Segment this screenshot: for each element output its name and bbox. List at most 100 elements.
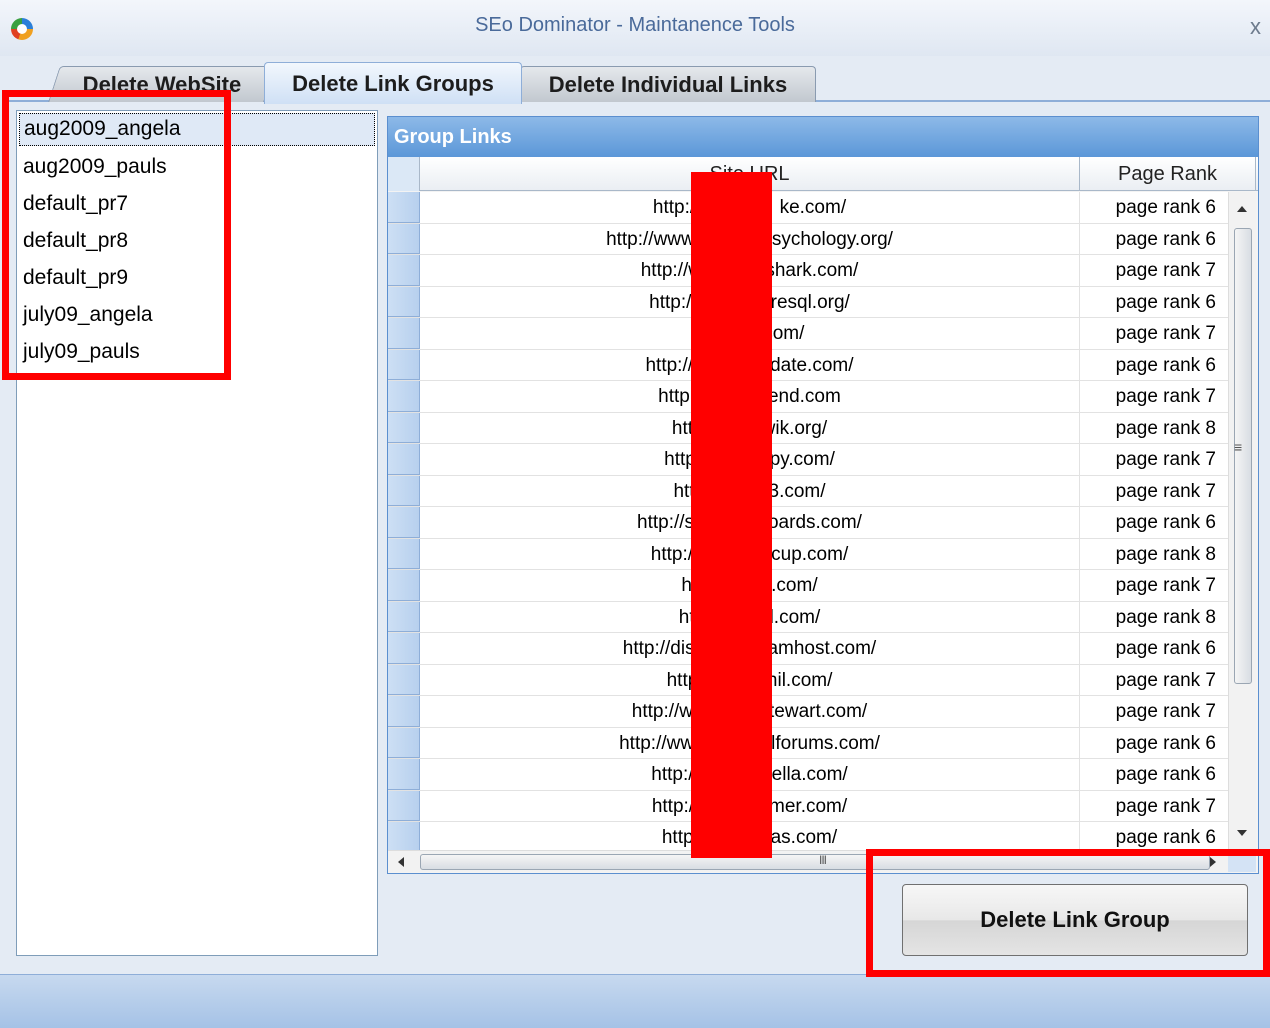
table-row[interactable]: http://v ecup.com/page rank 8 [388,538,1228,570]
cell-page-rank[interactable]: page rank 6 [1080,287,1228,318]
row-header[interactable] [388,255,420,286]
scroll-down-icon[interactable] [1237,830,1247,836]
table-row[interactable]: http://v hella.com/page rank 6 [388,759,1228,791]
scroll-left-icon[interactable] [398,857,404,867]
list-item[interactable]: july09_pauls [17,333,377,370]
row-header[interactable] [388,412,420,443]
header-corner[interactable] [388,157,420,191]
row-header[interactable] [388,727,420,758]
cell-page-rank[interactable]: page rank 6 [1080,507,1228,538]
row-header[interactable] [388,475,420,506]
row-header[interactable] [388,223,420,254]
row-header[interactable] [388,633,420,664]
maintenance-window: SEo Dominator - Maintanence Tools x Dele… [0,0,1270,1028]
table-row[interactable]: http://www alforums.com/page rank 6 [388,727,1228,759]
cell-page-rank[interactable]: page rank 6 [1080,224,1228,255]
delete-link-group-button[interactable]: Delete Link Group [902,884,1248,956]
vertical-scrollbar[interactable]: ≡ [1228,192,1256,850]
scroll-up-icon[interactable] [1237,206,1247,212]
tab-delete-website[interactable]: Delete WebSite [48,66,276,102]
list-item[interactable]: default_pr9 [17,259,377,296]
list-item[interactable]: default_pr7 [17,185,377,222]
table-row[interactable]: http n3.com/page rank 7 [388,475,1228,507]
list-item[interactable]: aug2009_angela [19,113,375,146]
close-icon[interactable]: x [1250,14,1270,40]
row-header[interactable] [388,507,420,538]
tab-label: Delete WebSite [82,71,242,97]
row-header[interactable] [388,759,420,790]
table-row[interactable]: http://p gresql.org/page rank 6 [388,286,1228,318]
table-row[interactable]: http:// zend.com page rank 7 [388,381,1228,413]
table-row[interactable]: http://p rmer.com/page rank 7 [388,790,1228,822]
tab-delete-individual-links[interactable]: Delete Individual Links [520,66,816,102]
group-links-grid: Group Links Site URL Page Rank http:// k… [387,116,1259,874]
row-header[interactable] [388,696,420,727]
tab-content: aug2009_angela aug2009_pauls default_pr7 de… [6,102,1270,974]
cell-page-rank[interactable]: page rank 6 [1080,728,1228,759]
cell-page-rank[interactable]: page rank 7 [1080,665,1228,696]
row-header[interactable] [388,822,420,850]
grid-header: Site URL Page Rank [388,157,1258,191]
row-header[interactable] [388,349,420,380]
redaction-bar [691,172,772,858]
row-header[interactable] [388,538,420,569]
table-row[interactable]: http://ww stewart.com/page rank 7 [388,696,1228,728]
cell-page-rank[interactable]: page rank 7 [1080,255,1228,286]
cell-page-rank[interactable]: page rank 7 [1080,696,1228,727]
window-title: SEo Dominator - Maintanence Tools [475,14,795,36]
link-group-list[interactable]: aug2009_angela aug2009_pauls default_pr7 de… [16,110,378,956]
scroll-corner [1228,850,1256,872]
horizontal-scroll-thumb[interactable]: III [420,853,1210,870]
scroll-grip-icon: ≡ [1234,439,1243,455]
list-item[interactable]: default_pr8 [17,222,377,259]
tab-label: Delete Link Groups [292,70,494,96]
table-row[interactable]: http: phil.com/page rank 7 [388,664,1228,696]
cell-page-rank[interactable]: page rank 7 [1080,791,1228,822]
row-header[interactable] [388,444,420,475]
table-row[interactable]: http://su boards.com/page rank 6 [388,507,1228,539]
vertical-scroll-thumb[interactable] [1234,228,1252,684]
tab-delete-link-groups[interactable]: Delete Link Groups [264,62,522,104]
table-row[interactable]: http://w eshark.com/page rank 7 [388,255,1228,287]
cell-page-rank[interactable]: page rank 6 [1080,192,1228,223]
cell-page-rank[interactable]: page rank 7 [1080,318,1228,349]
cell-page-rank[interactable]: page rank 6 [1080,759,1228,790]
row-header[interactable] [388,192,420,223]
scroll-right-icon[interactable] [1210,857,1216,867]
cell-page-rank[interactable]: page rank 6 [1080,633,1228,664]
list-item[interactable]: july09_angela [17,296,377,333]
row-header[interactable] [388,286,420,317]
row-header[interactable] [388,601,420,632]
cell-page-rank[interactable]: page rank 7 [1080,570,1228,601]
table-row[interactable]: http://disc eamhost.com/page rank 6 [388,633,1228,665]
status-bar [0,974,1270,1028]
row-header[interactable] [388,790,420,821]
table-row[interactable]: h .com/page rank 7 [388,318,1228,350]
table-row[interactable]: http: wik.org/page rank 8 [388,412,1228,444]
row-header[interactable] [388,570,420,601]
cell-page-rank[interactable]: page rank 6 [1080,350,1228,381]
horizontal-scrollbar[interactable]: III [388,850,1228,872]
grid-body: http:// ke.com/page rank 6 http://www.c p… [388,192,1228,850]
table-row[interactable]: http://www.c psychology.org/page rank 6 [388,223,1228,255]
row-header[interactable] [388,381,420,412]
table-row[interactable]: http:// ke.com/page rank 6 [388,192,1228,224]
column-header-page-rank[interactable]: Page Rank [1080,157,1256,191]
title-bar: SEo Dominator - Maintanence Tools x [0,0,1270,56]
cell-page-rank[interactable]: page rank 8 [1080,413,1228,444]
cell-page-rank[interactable]: page rank 7 [1080,381,1228,412]
table-row[interactable]: http d.com/page rank 8 [388,601,1228,633]
cell-page-rank[interactable]: page rank 8 [1080,602,1228,633]
tab-label: Delete Individual Links [548,71,788,97]
cell-page-rank[interactable]: page rank 7 [1080,476,1228,507]
table-row[interactable]: http:/ opy.com/page rank 7 [388,444,1228,476]
cell-page-rank[interactable]: page rank 7 [1080,444,1228,475]
table-row[interactable]: htt nt.com/page rank 7 [388,570,1228,602]
cell-page-rank[interactable]: page rank 6 [1080,822,1228,850]
table-row[interactable]: http:/ sias.com/page rank 6 [388,822,1228,850]
table-row[interactable]: http://w pdate.com/page rank 6 [388,349,1228,381]
row-header[interactable] [388,664,420,695]
list-item[interactable]: aug2009_pauls [17,148,377,185]
row-header[interactable] [388,318,420,349]
cell-page-rank[interactable]: page rank 8 [1080,539,1228,570]
